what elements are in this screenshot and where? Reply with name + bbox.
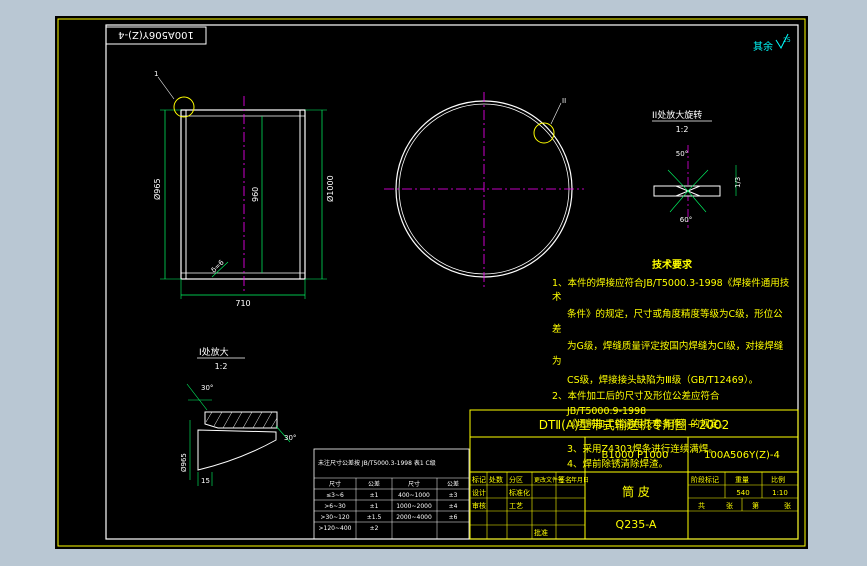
- tol-cell: 2000~4000: [396, 514, 432, 521]
- tol-cell: ±2: [370, 525, 379, 532]
- tech-line: 条件》的规定，尺寸或角度精度等级为C级，形位公: [567, 308, 783, 320]
- tol-cell: >6~30: [324, 503, 346, 510]
- tb-bottom-label: 张: [784, 501, 791, 510]
- tech-line: 1、本件的焊接应符合JB/T5000.3-1998《焊接件通用技: [552, 277, 790, 289]
- roughness-value: 25: [783, 37, 791, 44]
- code-left: B1000 P1000: [602, 450, 669, 461]
- detail-1-scale: 1:2: [676, 125, 689, 134]
- drawing-canvas: 100A506Y(Z)-4 其余 25 Ø965 Ø1000 960 710 δ…: [55, 16, 808, 549]
- part-name: 筒 皮: [622, 484, 650, 499]
- detail-1-title: II处放大旋转: [652, 109, 702, 121]
- tb-header-cell: 分区: [509, 475, 523, 484]
- detail-2-dia: Ø965: [180, 453, 188, 472]
- tol-header-cell: 尺寸: [408, 480, 420, 488]
- tech-line: 术: [552, 291, 562, 303]
- tech-line: 差: [552, 323, 562, 335]
- title-series: DTⅡ(A)型带式输送机专用图－2002: [539, 417, 730, 432]
- dim-dia-right: Ø1000: [325, 175, 335, 202]
- detail-2-angle-side: 30°: [284, 434, 296, 442]
- tol-header-cell: 公差: [447, 480, 459, 488]
- tb-bottom-label: 张: [726, 501, 733, 510]
- tol-cell: >120~400: [319, 525, 352, 532]
- tol-cell: ±1.5: [367, 514, 382, 521]
- detail-1-angle-bottom: 60°: [680, 216, 692, 224]
- code-right: 100A506Y(Z)-4: [704, 450, 780, 461]
- scale-value: 1:10: [772, 489, 788, 497]
- tol-cell: ±1: [370, 492, 379, 499]
- dim-dia-left: Ø965: [152, 178, 162, 200]
- tb-side-cell: 设计: [472, 488, 486, 497]
- tol-cell: ±1: [370, 503, 379, 510]
- tb-side-cell: 审核: [472, 501, 486, 510]
- tb-right-label: 比例: [771, 475, 785, 484]
- detail-1-angle-top: 50°: [676, 150, 688, 158]
- stamp-code: 100A506Y(Z)-4: [118, 29, 194, 40]
- tb-side-cell: 工艺: [509, 502, 523, 510]
- tb-header-cell: 标记: [472, 475, 486, 484]
- cad-viewport: 100A506Y(Z)-4 其余 25 Ø965 Ø1000 960 710 δ…: [0, 0, 867, 562]
- tb-header-cell: 处数: [489, 475, 503, 484]
- dim-length: 710: [235, 299, 250, 308]
- material: Q235-A: [616, 518, 657, 531]
- tb-header-cell: 签名: [558, 475, 572, 484]
- tol-cell: 1000~2000: [396, 503, 432, 510]
- tb-right-label: 阶段标记: [691, 475, 719, 484]
- tech-title: 技术要求: [652, 258, 693, 271]
- detail-1-depth: 1/3: [734, 177, 742, 188]
- balloon-1-label: 1: [154, 70, 158, 78]
- tech-line: 为: [552, 355, 562, 367]
- tech-line: JB/T5000.9-1998: [566, 406, 646, 417]
- tech-line: 为G级，焊缝质量评定按国内焊缝为CI级，对接焊缝: [567, 340, 784, 352]
- tol-cell: ±6: [449, 514, 458, 521]
- tb-header-cell: 年月日: [571, 476, 589, 484]
- tol-cell: ≤3~6: [326, 492, 344, 499]
- tolerance-note: 未注尺寸公差按 JB/T5000.3-1998 表1 C级: [318, 459, 436, 467]
- tb-side-cell: 标准化: [509, 488, 530, 497]
- tb-right-label: 重量: [735, 476, 749, 484]
- tb-side-cell: 批准: [534, 528, 548, 537]
- tech-line: 2、本件加工后的尺寸及形位公差应符合: [552, 390, 720, 402]
- tb-bottom-label: 第: [752, 501, 759, 510]
- detail-2-width: 15: [201, 477, 210, 485]
- tol-header-cell: 尺寸: [329, 480, 341, 488]
- tech-line: CS级，焊接接头缺陷为Ⅲ级（GB/T12469）。: [567, 374, 758, 386]
- tol-cell: ±4: [449, 503, 458, 510]
- dim-height: 960: [251, 187, 260, 202]
- mass-value: 540: [736, 489, 749, 497]
- tol-cell: 400~1000: [398, 492, 430, 499]
- roughness-text: 其余: [753, 40, 773, 53]
- tol-cell: >30~120: [320, 514, 349, 521]
- detail-2-scale: 1:2: [215, 362, 228, 371]
- tol-cell: ±3: [449, 492, 458, 499]
- tb-bottom-label: 共: [698, 501, 705, 510]
- balloon-2-label: II: [562, 97, 566, 105]
- detail-2-angle-top: 30°: [201, 384, 213, 392]
- detail-2-title: I处放大: [199, 346, 229, 358]
- tol-header-cell: 公差: [368, 480, 380, 488]
